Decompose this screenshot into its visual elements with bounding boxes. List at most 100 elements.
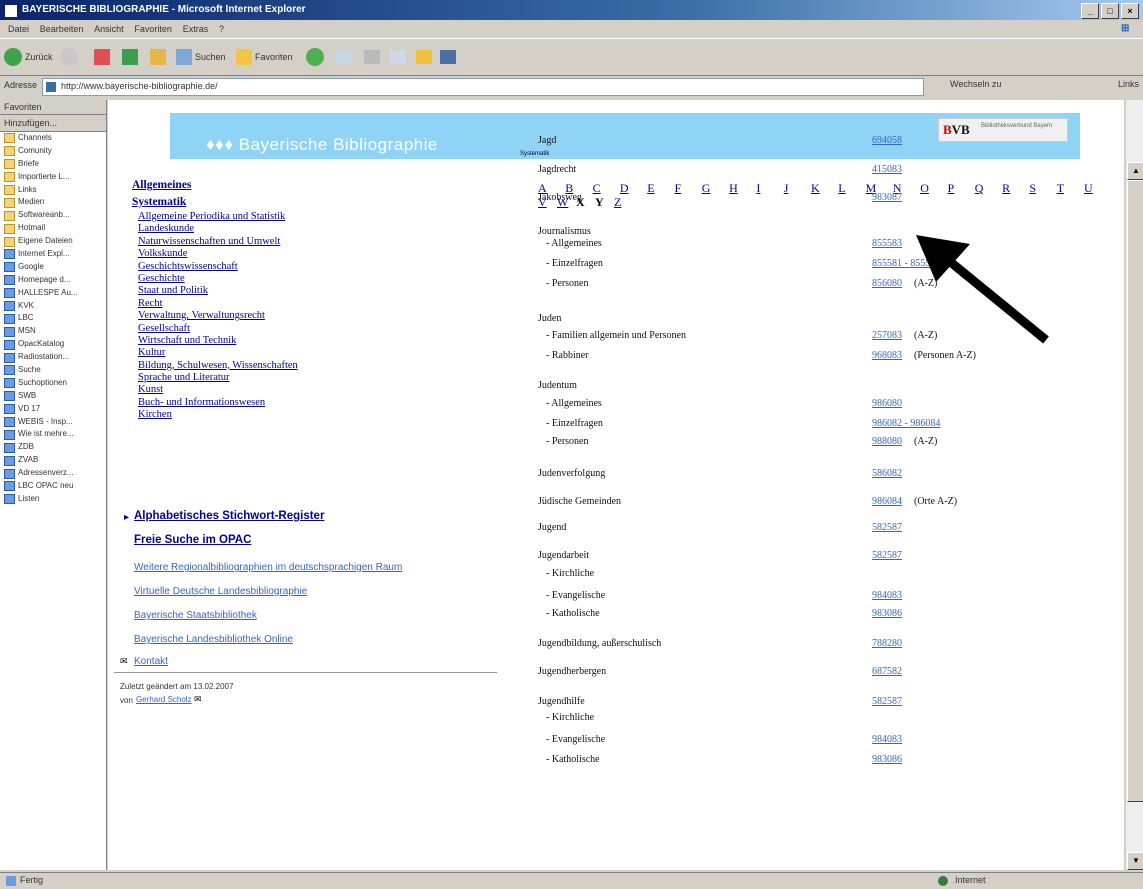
systematik-section-link[interactable]: Staat und Politik — [138, 285, 512, 297]
letter-link[interactable]: Q — [975, 181, 984, 196]
menu-tools[interactable]: Extras — [183, 24, 209, 34]
stop-button[interactable] — [94, 47, 110, 67]
contact-link[interactable]: Kontakt — [134, 656, 168, 667]
links-button[interactable]: Links — [1118, 79, 1139, 89]
favorite-item[interactable]: Adressenverz... — [0, 467, 106, 480]
history-button[interactable] — [306, 47, 324, 67]
favorite-item[interactable]: Channels — [0, 132, 106, 145]
favorite-item[interactable]: SWB — [0, 390, 106, 403]
edit-button[interactable] — [390, 47, 406, 67]
forward-button[interactable] — [60, 47, 78, 67]
index-code-link[interactable]: 586082 — [872, 468, 902, 479]
index-code-link[interactable]: 986084 — [872, 496, 902, 507]
messenger-button[interactable] — [440, 47, 456, 67]
favorite-item[interactable]: ZDB — [0, 441, 106, 454]
ext-link-bsb[interactable]: Bayerische Staatsbibliothek — [134, 610, 257, 621]
nav-opac[interactable]: Freie Suche im OPAC — [134, 534, 251, 546]
add-favorite-button[interactable]: Hinzufügen... — [0, 115, 106, 132]
scroll-thumb[interactable] — [1127, 180, 1143, 802]
letter-link[interactable]: S — [1029, 181, 1036, 196]
letter-link[interactable]: T — [1057, 181, 1064, 196]
letter-link[interactable]: F — [675, 181, 682, 196]
mail-button[interactable] — [336, 47, 352, 67]
index-code-link[interactable]: 415083 — [872, 164, 902, 175]
favorite-item[interactable]: Listen — [0, 493, 106, 506]
letter-link[interactable]: G — [702, 181, 711, 196]
index-code-link[interactable]: 582587 — [872, 522, 902, 533]
index-code-link[interactable]: 855583 — [872, 238, 902, 249]
back-button[interactable]: Zurück — [4, 47, 53, 67]
letter-link[interactable]: J — [784, 181, 789, 196]
letter-link[interactable]: L — [838, 181, 845, 196]
address-input[interactable]: http://www.bayerische-bibliographie.de/ — [42, 78, 924, 96]
letter-link[interactable]: Y — [595, 195, 604, 210]
index-code-link[interactable]: 856080 — [872, 278, 902, 289]
letter-link[interactable]: R — [1002, 181, 1010, 196]
letter-link[interactable]: I — [756, 181, 760, 196]
ext-link-vdl[interactable]: Virtuelle Deutsche Landesbibliographie — [134, 586, 307, 597]
menu-file[interactable]: Datei — [8, 24, 29, 34]
systematik-section-link[interactable]: Geschichtswissenschaft — [138, 261, 512, 273]
print-button[interactable] — [364, 47, 380, 67]
systematik-section-link[interactable]: Gesellschaft — [138, 323, 512, 335]
index-code-link[interactable]: 984083 — [872, 590, 902, 601]
index-code-link[interactable]: 257083 — [872, 330, 902, 341]
favorite-item[interactable]: VD 17 — [0, 403, 106, 416]
favorite-item[interactable]: Homepage d... — [0, 274, 106, 287]
favorite-item[interactable]: HALLESPE Au... — [0, 287, 106, 300]
nav-register[interactable]: Alphabetisches Stichwort-Register — [134, 510, 324, 522]
favorite-item[interactable]: LBC OPAC neu — [0, 480, 106, 493]
menu-help[interactable]: ? — [219, 24, 224, 34]
minimize-button[interactable]: _ — [1081, 3, 1099, 19]
letter-link[interactable]: K — [811, 181, 820, 196]
scroll-down-button[interactable]: ▼ — [1127, 852, 1143, 870]
favorite-item[interactable]: Google — [0, 261, 106, 274]
close-button[interactable]: × — [1121, 3, 1139, 19]
systematik-section-link[interactable]: Bildung, Schulwesen, Wissenschaften — [138, 360, 512, 372]
bvb-logo[interactable]: BVB Bibliotheksverbund Bayern — [938, 118, 1068, 142]
systematik-section-link[interactable]: Volkskunde — [138, 248, 512, 260]
favorite-item[interactable]: Internet Expl... — [0, 248, 106, 261]
favorite-item[interactable]: WEBIS - Insp... — [0, 416, 106, 429]
systematik-section-link[interactable]: Allgemeine Periodika und Statistik — [138, 211, 512, 223]
favorite-item[interactable]: Softwareanb... — [0, 209, 106, 222]
letter-link[interactable]: Z — [614, 195, 621, 210]
letter-link[interactable]: E — [647, 181, 654, 196]
index-code-link[interactable]: 986080 — [872, 398, 902, 409]
menu-view[interactable]: Ansicht — [94, 24, 124, 34]
favorite-item[interactable]: LBC — [0, 312, 106, 325]
systematik-section-link[interactable]: Recht — [138, 298, 512, 310]
refresh-button[interactable] — [122, 47, 138, 67]
index-code-link[interactable]: 687582 — [872, 666, 902, 677]
index-code-link[interactable]: 968083 — [872, 350, 902, 361]
home-button[interactable] — [150, 47, 166, 67]
letter-link[interactable]: P — [948, 181, 955, 196]
index-code-link[interactable]: 582587 — [872, 550, 902, 561]
favorite-item[interactable]: OpacKatalog — [0, 338, 106, 351]
letter-link[interactable]: O — [920, 181, 929, 196]
systematik-section-link[interactable]: Verwaltung, Verwaltungsrecht — [138, 310, 512, 322]
index-code-link[interactable]: 694058 — [872, 135, 902, 146]
index-code-link[interactable]: 788280 — [872, 638, 902, 649]
letter-link[interactable]: D — [620, 181, 629, 196]
favorite-item[interactable]: Hotmail — [0, 222, 106, 235]
favorite-item[interactable]: Importierte L... — [0, 171, 106, 184]
favorite-item[interactable]: Wie ist mehre... — [0, 428, 106, 441]
nav-allgemeines[interactable]: Allgemeines — [132, 177, 512, 194]
favorite-item[interactable]: Radiostation... — [0, 351, 106, 364]
search-button[interactable]: Suchen — [176, 47, 226, 67]
systematik-section-link[interactable]: Kunst — [138, 384, 512, 396]
ext-link-blo[interactable]: Bayerische Landesbibliothek Online — [134, 634, 293, 645]
favorite-item[interactable]: Briefe — [0, 158, 106, 171]
maximize-button[interactable]: □ — [1101, 3, 1119, 19]
favorite-item[interactable]: MSN — [0, 325, 106, 338]
letter-link[interactable]: C — [593, 181, 601, 196]
index-code-link[interactable]: 983086 — [872, 754, 902, 765]
favorite-item[interactable]: Suche — [0, 364, 106, 377]
systematik-section-link[interactable]: Buch- und Informationswesen — [138, 397, 512, 409]
systematik-section-link[interactable]: Kirchen — [138, 409, 512, 421]
index-code-link[interactable]: 988080 — [872, 436, 902, 447]
index-code-link[interactable]: 582587 — [872, 696, 902, 707]
systematik-section-link[interactable]: Sprache und Literatur — [138, 372, 512, 384]
favorite-item[interactable]: KVK — [0, 300, 106, 313]
